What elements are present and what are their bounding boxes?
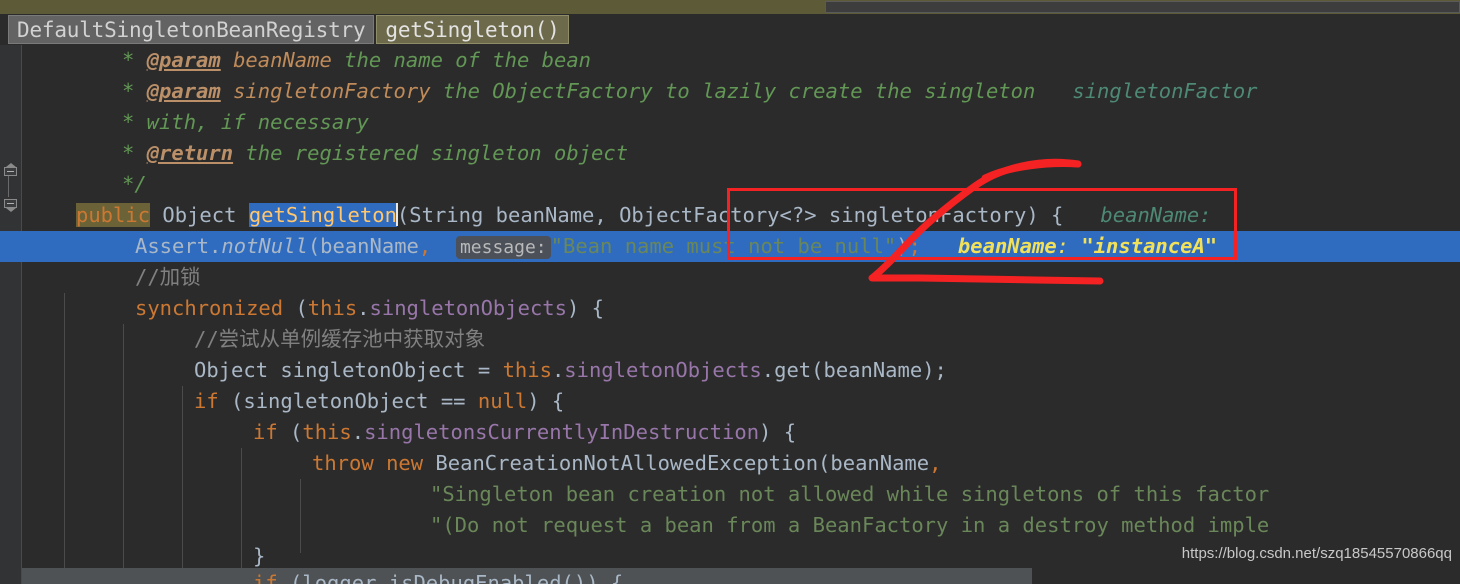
assert-space [431,234,456,258]
top-panel-outline [825,1,1460,13]
javadoc-description: * with, if necessary [122,110,369,134]
fold-collapse-icon-2[interactable] [3,195,19,212]
code-line-javadoc-return: * @return the registered singleton objec… [122,138,628,169]
sync-close: ) { [567,296,605,320]
keyword-synchronized: synchronized [135,296,284,320]
string-bean-must-not-be-null: "Bean name must not be null" [550,234,897,258]
breadcrumb: DefaultSingletonBeanRegistry getSingleto… [0,14,1460,45]
javadoc-tag-param: @param [146,48,221,72]
code-line-if-singleton-null: if (singletonObject == null) { [194,386,564,417]
keyword-if: if [253,420,278,444]
assert-comma: , [418,234,432,258]
code-line-if-in-destruction: if (this.singletonsCurrentlyInDestructio… [253,417,796,448]
logger-condition: (logger.isDebugEnabled()) { [277,571,624,584]
javadoc-inline-hint: singletonFactor [1060,79,1258,103]
code-line-exception-message-2: "(Do not request a bean from a BeanFacto… [430,510,1269,541]
code-line-javadoc-param-beanname: * @param beanName the name of the bean [122,45,591,76]
dot: . [357,296,370,320]
javadoc-tag-return: @return [146,141,234,165]
idea-editor-window: DefaultSingletonBeanRegistry getSingleto… [0,0,1460,584]
current-line-gutter-highlight [0,231,22,262]
code-line-exception-message-1: "Singleton bean creation not allowed whi… [430,479,1269,510]
code-surface[interactable]: * @param beanName the name of the bean *… [22,45,1460,584]
assert-semicolon: ; [908,234,921,258]
breadcrumb-item-method[interactable]: getSingleton() [376,15,569,44]
code-line-javadoc-param-singletonfactory: * @param singletonFactory the ObjectFact… [122,76,1258,107]
if-condition: (singletonObject == [218,389,478,413]
if-open-paren: ( [277,420,303,444]
debug-hint-colon: : [1056,234,1082,258]
signature-params: (String beanName, ObjectFactory<?> singl… [396,203,1064,227]
class-beancreationnotallowedexception: BeanCreationNotAllowedException(beanName [423,451,930,475]
code-line-throw-exception: throw new BeanCreationNotAllowedExceptio… [312,448,941,479]
code-line-javadoc-close: */ [122,169,147,200]
debug-hint-beanname: beanName [920,234,1057,258]
method-notnull: notNull [221,234,308,258]
code-line-get-singleton-object: Object singletonObject = this.singletonO… [194,355,947,386]
keyword-this: this [502,358,552,382]
inline-hint-beanname-signature: beanName: [1063,203,1212,227]
javadoc-param-name: beanName [220,48,332,72]
code-editor[interactable]: * @param beanName the name of the bean *… [0,45,1460,584]
indent-guide [123,324,124,584]
watermark-url: https://blog.csdn.net/szq18545570866qq [1181,545,1452,562]
breadcrumb-item-class[interactable]: DefaultSingletonBeanRegistry [8,15,375,44]
javadoc-star: * [122,141,147,165]
keyword-this: this [302,420,352,444]
fold-collapse-icon-1[interactable] [3,163,19,179]
field-singletonobjects: singletonObjects [369,296,567,320]
keyword-if: if [194,389,219,413]
brace-close: } [253,544,266,568]
debug-hint-value: "instanceA" [1081,234,1218,258]
if-close: ) { [759,420,797,444]
string-do-not-request-a-bean: "(Do not request a bean from a BeanFacto… [430,513,1270,537]
javadoc-star: * [122,48,147,72]
editor-gutter[interactable] [0,45,22,584]
dot: . [351,420,365,444]
class-assert: Assert. [135,234,222,258]
method-name-getsingleton: getSingleton [248,203,397,227]
top-highlight-strip [0,0,1460,14]
indent-guide [182,386,183,584]
javadoc-param-name: singletonFactory [220,79,431,103]
javadoc-close: */ [122,172,147,196]
keyword-this: this [307,296,358,320]
indent-guide [241,448,242,584]
string-singleton-bean-creation: "Singleton bean creation not allowed whi… [430,482,1270,506]
indent-guide [64,293,65,584]
indent-guide [300,479,301,553]
keyword-if: if [253,571,278,584]
assert-close: ) [896,234,909,258]
field-singletons-currently-in-destruction: singletonsCurrentlyInDestruction [364,420,760,444]
sync-open-paren: ( [283,296,308,320]
code-line-if-logger-debug: if (logger.isDebugEnabled()) { [253,568,623,584]
keyword-new: new [386,451,424,475]
keyword-throw: throw [312,451,374,475]
code-line-javadoc-with-if-necessary: * with, if necessary [122,107,369,138]
dot: . [551,358,565,382]
call-get: .get(beanName); [761,358,947,382]
if-close: ) { [527,389,565,413]
javadoc-description: the registered singleton object [233,141,629,165]
code-line-assert-notnull: Assert.notNull(beanName, message: "Bean n… [135,231,1217,262]
assert-open-paren: (beanName [307,234,419,258]
code-line-method-signature: public Object getSingleton(String beanNa… [76,200,1212,231]
comma: , [929,451,942,475]
type-object: Object [150,203,249,227]
javadoc-description: the ObjectFactory to lazily create the s… [430,79,1061,103]
parameter-hint-message: message: [455,236,551,259]
javadoc-description: the name of the bean [331,48,592,72]
declaration-singletonobject: Object singletonObject = [194,358,503,382]
keyword-null: null [477,389,528,413]
code-line-synchronized-block: synchronized (this.singletonObjects) { [135,293,604,324]
code-line-comment-lock: //加锁 [135,262,201,293]
comment-try-get-from-cache: //尝试从单例缓存池中获取对象 [194,327,486,351]
code-line-comment-try-cache: //尝试从单例缓存池中获取对象 [194,324,485,355]
keyword-public: public [76,203,151,227]
javadoc-star: * [122,79,147,103]
comment-lock: //加锁 [135,265,201,289]
javadoc-tag-param: @param [146,79,221,103]
field-singletonobjects: singletonObjects [564,358,762,382]
